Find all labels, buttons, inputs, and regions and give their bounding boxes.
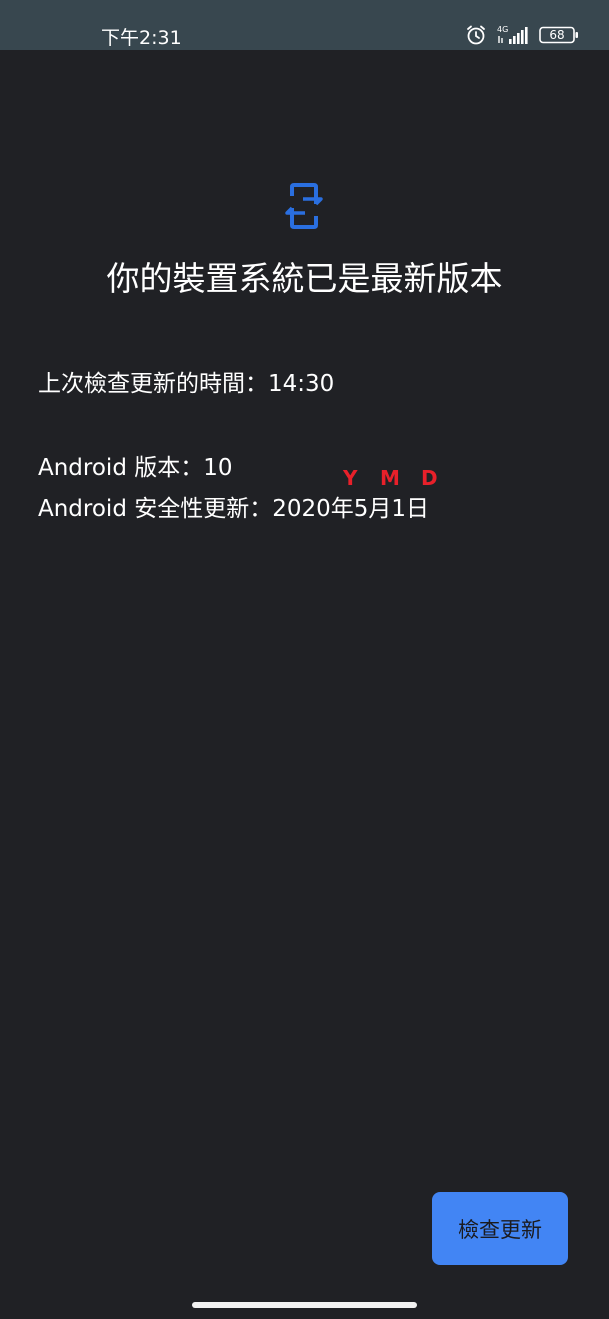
status-time: 下午2:31 (101, 27, 182, 49)
annotation-month: M (380, 466, 400, 490)
check-update-button[interactable]: 檢查更新 (432, 1192, 568, 1265)
page-title: 你的裝置系統已是最新版本 (106, 259, 503, 298)
last-check-time: 上次檢查更新的時間：14:30 (38, 371, 335, 397)
security-patch-level: Android 安全性更新：2020年5月1日 (38, 496, 430, 522)
status-icons: 4G 68 (465, 24, 579, 46)
phone-update-icon (283, 183, 325, 229)
annotation-year: Y (343, 466, 358, 490)
navigation-handle[interactable] (192, 1302, 417, 1308)
annotation-day: D (421, 466, 438, 490)
settings-screen: 下午2:31 4G 68 你的裝置系統已是最新版本 上次檢查更新的時間：14:3… (0, 0, 609, 1319)
alarm-icon (465, 24, 487, 46)
android-version: Android 版本：10 (38, 455, 233, 481)
battery-level: 68 (549, 28, 565, 42)
signal-icon: 4G (497, 24, 529, 46)
battery-icon: 68 (539, 26, 579, 44)
network-type-label: 4G (497, 25, 508, 34)
status-bar: 下午2:31 4G 68 (0, 0, 609, 50)
